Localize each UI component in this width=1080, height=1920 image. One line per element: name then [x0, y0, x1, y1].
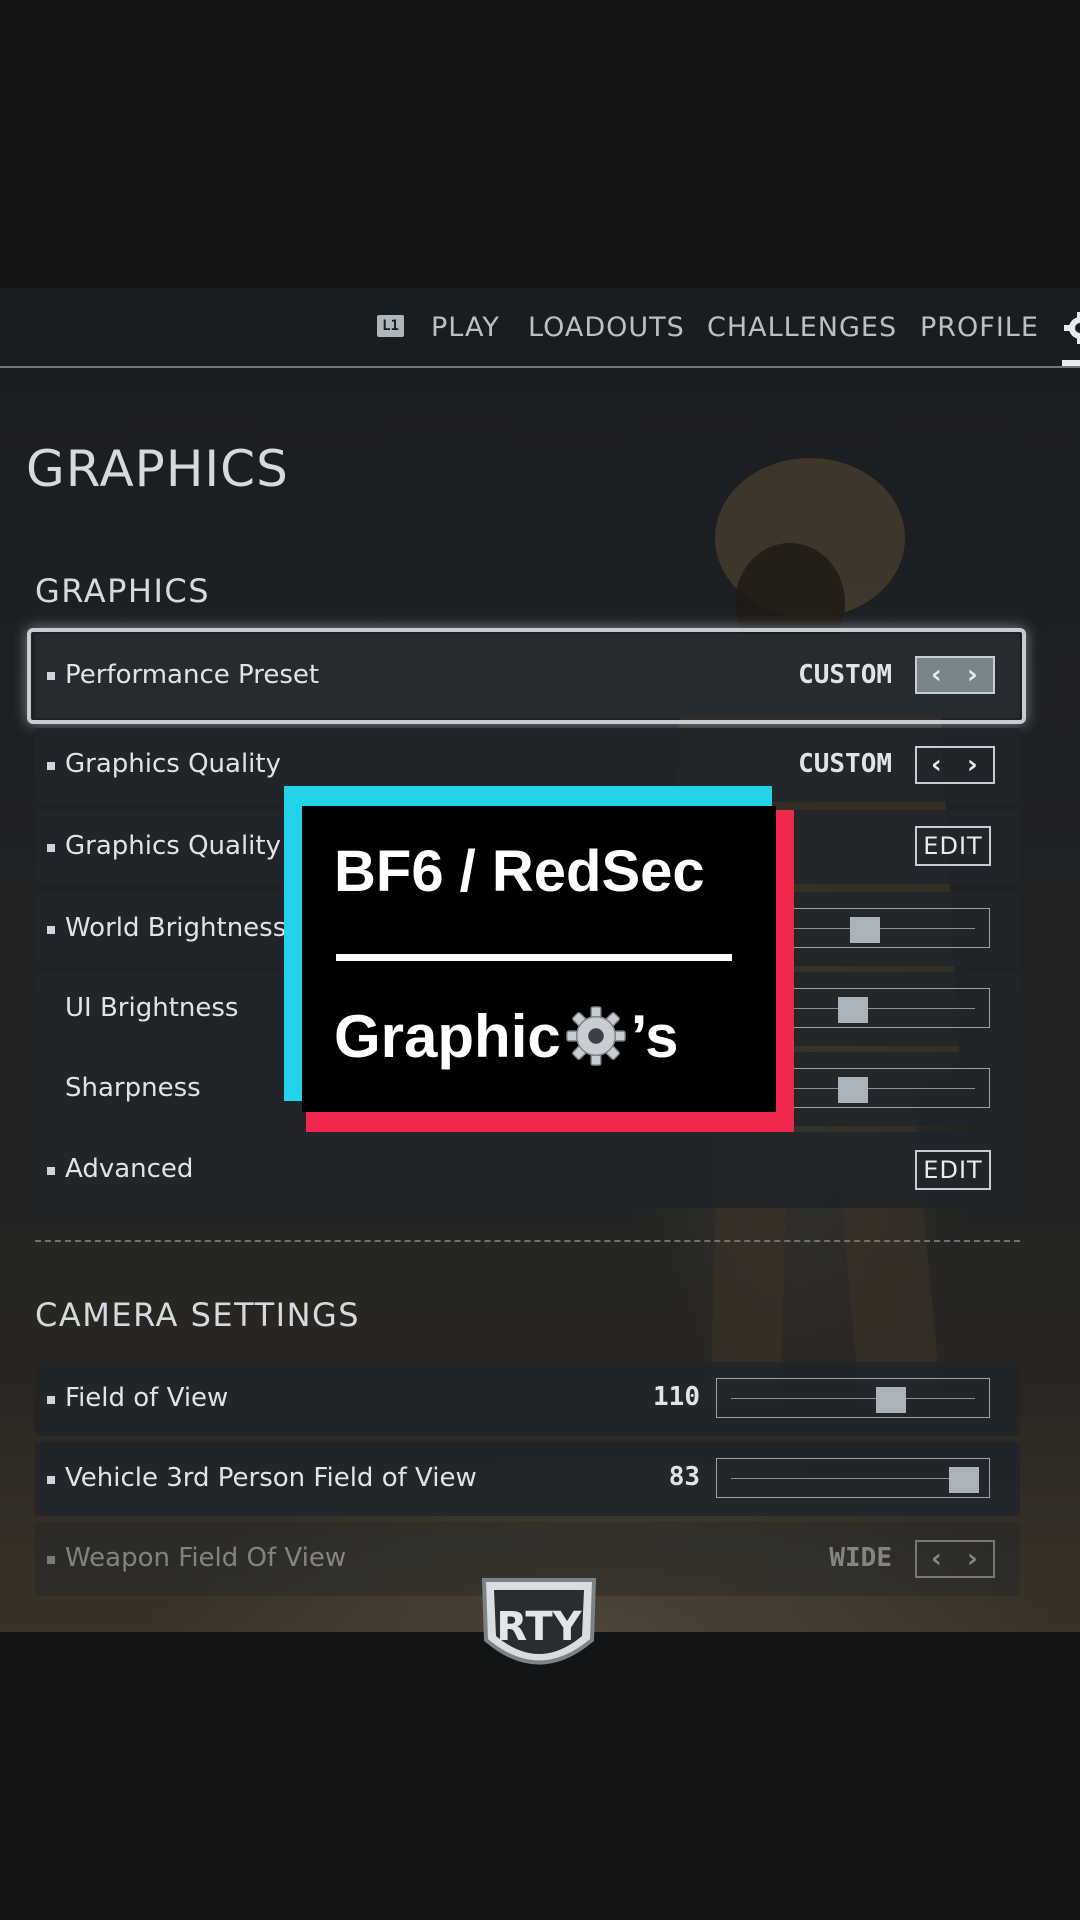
top-background	[0, 0, 1080, 288]
slider-thumb[interactable]	[849, 917, 880, 943]
edit-button[interactable]: EDIT	[915, 826, 991, 866]
row-vehicle-fov[interactable]: Vehicle 3rd Person Field of View 83	[35, 1442, 1020, 1516]
row-field-of-view[interactable]: Field of View 110	[35, 1362, 1020, 1436]
row-label: Sharpness	[65, 1073, 201, 1103]
l1-shoulder-icon: L1	[377, 315, 404, 337]
chevron-left-icon[interactable]: ‹	[931, 749, 942, 781]
row-label: UI Brightness	[65, 993, 239, 1023]
settings-gear-icon[interactable]	[1060, 308, 1080, 348]
chevron-right-icon[interactable]: ›	[967, 1543, 978, 1575]
row-label: Vehicle 3rd Person Field of View	[65, 1463, 477, 1493]
overlay-subtitle-suffix: ’s	[630, 1003, 679, 1070]
quality-arrow-selector[interactable]: ‹ ›	[915, 746, 995, 784]
vehicle-fov-slider[interactable]	[716, 1458, 990, 1498]
row-label: Weapon Field Of View	[65, 1543, 347, 1573]
slider-thumb[interactable]	[838, 997, 868, 1023]
logo-text: RTY	[496, 1604, 582, 1650]
slider-track	[731, 1478, 975, 1479]
chevron-right-icon[interactable]: ›	[967, 749, 978, 781]
row-advanced[interactable]: Advanced EDIT	[35, 1132, 1020, 1208]
overlay-title: BF6 / RedSec	[334, 839, 705, 904]
edit-button[interactable]: EDIT	[915, 1150, 991, 1190]
focus-outline	[27, 628, 1026, 724]
row-bullet	[47, 1556, 55, 1564]
row-bullet	[47, 1476, 55, 1484]
slider-thumb[interactable]	[838, 1077, 868, 1103]
weapon-fov-value: WIDE	[829, 1543, 892, 1573]
overlay-subtitle: Graphic ’s	[334, 1002, 679, 1071]
overlay-subtitle-text: Graphic	[334, 1003, 561, 1070]
row-bullet	[47, 844, 55, 852]
row-label: Graphics Quality S	[65, 831, 306, 861]
row-label: Field of View	[65, 1383, 229, 1413]
row-bullet	[47, 1167, 55, 1175]
vehicle-fov-value: 83	[668, 1462, 700, 1492]
gear-emoji-icon	[565, 1006, 626, 1066]
row-bullet	[47, 926, 55, 934]
row-label: World Brightness	[65, 913, 287, 943]
tab-play[interactable]: PLAY	[431, 312, 500, 343]
tab-profile[interactable]: PROFILE	[920, 312, 1039, 343]
section-title-graphics: GRAPHICS	[35, 572, 211, 610]
row-bullet	[47, 762, 55, 770]
page-title: GRAPHICS	[26, 440, 289, 498]
row-label: Graphics Quality	[65, 749, 281, 779]
section-divider	[35, 1240, 1020, 1242]
row-label: Advanced	[65, 1154, 194, 1184]
tab-loadouts[interactable]: LOADOUTS	[528, 312, 685, 343]
row-bullet	[47, 1396, 55, 1404]
quality-value: CUSTOM	[798, 749, 892, 779]
tab-challenges[interactable]: CHALLENGES	[707, 312, 897, 343]
fov-slider[interactable]	[716, 1378, 990, 1418]
slider-thumb[interactable]	[875, 1387, 906, 1413]
creator-logo: RTY	[481, 1578, 597, 1665]
active-tab-indicator	[1062, 360, 1080, 366]
slider-track	[731, 1398, 975, 1399]
weapon-fov-arrow-selector[interactable]: ‹ ›	[915, 1540, 995, 1578]
overlay-divider	[336, 954, 732, 961]
section-title-camera-settings: CAMERA SETTINGS	[35, 1296, 361, 1334]
fov-value: 110	[653, 1382, 700, 1412]
chevron-left-icon[interactable]: ‹	[931, 1543, 942, 1575]
slider-thumb[interactable]	[948, 1467, 979, 1493]
